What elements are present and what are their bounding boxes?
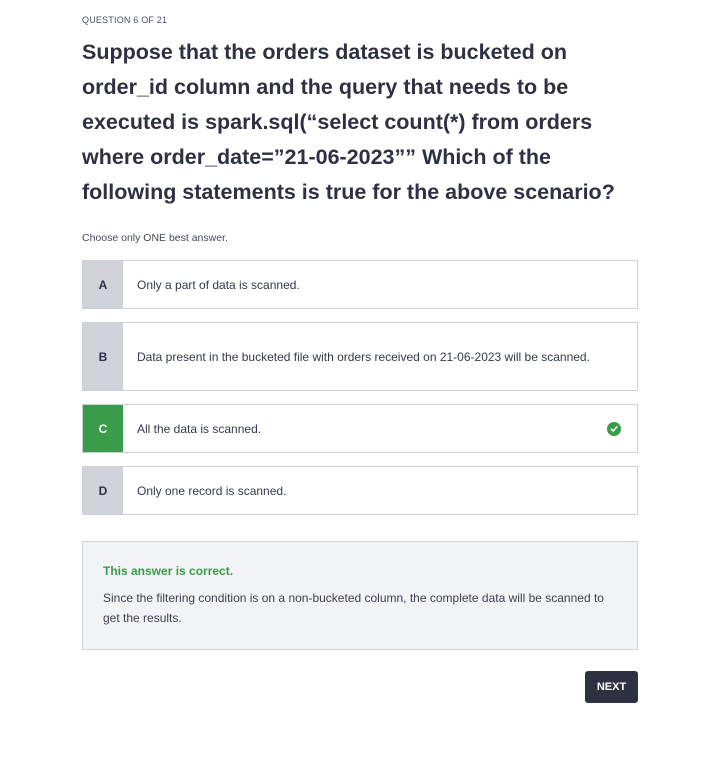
feedback-explanation: Since the filtering condition is on a no… [103, 591, 604, 625]
option-text: All the data is scanned. [137, 421, 262, 436]
option-letter: C [83, 405, 123, 452]
next-button[interactable]: NEXT [585, 671, 638, 703]
question-text: Suppose that the orders dataset is bucke… [82, 40, 615, 204]
option-a[interactable]: A Only a part of data is scanned. [82, 260, 638, 309]
feedback-title: This answer is correct. [103, 564, 234, 578]
answer-instructions: Choose only ONE best answer. [82, 232, 228, 244]
option-b[interactable]: B Data present in the bucketed file with… [82, 322, 638, 391]
option-letter: D [83, 467, 123, 514]
option-letter: A [83, 261, 123, 308]
check-circle-icon [607, 421, 621, 436]
option-c[interactable]: C All the data is scanned. [82, 404, 638, 453]
option-letter: B [83, 323, 123, 390]
question-counter: QUESTION 6 OF 21 [82, 15, 168, 25]
option-text: Only a part of data is scanned. [137, 277, 300, 292]
option-text: Data present in the bucketed file with o… [137, 349, 590, 364]
option-text: Only one record is scanned. [137, 483, 287, 498]
feedback-panel: This answer is correct. Since the filter… [82, 541, 638, 650]
option-d[interactable]: D Only one record is scanned. [82, 466, 638, 515]
